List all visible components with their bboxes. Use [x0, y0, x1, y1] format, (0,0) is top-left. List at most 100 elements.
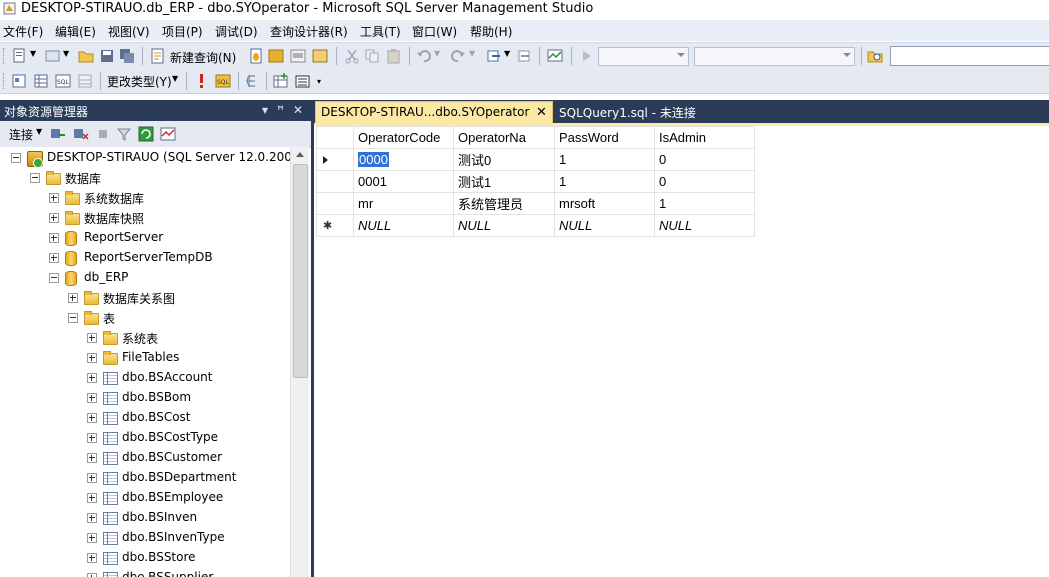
grid-cell[interactable]: 1: [554, 170, 655, 193]
object-explorer-scrollbar[interactable]: [290, 147, 309, 577]
menu-item[interactable]: 文件(F): [3, 23, 43, 40]
menu-item[interactable]: 查询设计器(R): [270, 23, 348, 40]
activity-monitor-icon[interactable]: [547, 48, 563, 64]
navigate-backward-icon[interactable]: [486, 48, 502, 64]
xmla-query-icon[interactable]: [312, 48, 328, 64]
menu-item[interactable]: 项目(P): [162, 23, 203, 40]
expand-icon[interactable]: [49, 213, 59, 223]
tree-node[interactable]: ReportServerTempDB: [0, 248, 290, 268]
toolbar-grip[interactable]: [3, 48, 7, 64]
tree-node[interactable]: dbo.BSCost: [0, 408, 290, 428]
database-engine-query-icon[interactable]: [248, 48, 264, 64]
expand-icon[interactable]: [87, 373, 97, 383]
add-table-icon[interactable]: [273, 73, 289, 89]
grid-corner-cell[interactable]: [316, 126, 354, 149]
tree-node-label[interactable]: dbo.BSCost: [122, 410, 191, 424]
tree-node-label[interactable]: 数据库关系图: [103, 290, 175, 307]
toolbar-grip[interactable]: [3, 73, 7, 89]
tree-node[interactable]: 数据库关系图: [0, 288, 290, 308]
expand-icon[interactable]: [49, 193, 59, 203]
solution-configuration-combo[interactable]: [598, 47, 689, 66]
grid-cell[interactable]: 0000: [353, 148, 454, 171]
tree-node[interactable]: dbo.BSInven: [0, 508, 290, 528]
tab-sqlquery1[interactable]: SQLQuery1.sql - 未连接: [554, 101, 714, 123]
tree-node-label[interactable]: dbo.BSDepartment: [122, 470, 236, 484]
column-header-password[interactable]: PassWord: [554, 126, 655, 149]
tree-node-label[interactable]: dbo.BSInven: [122, 510, 197, 524]
auto-hide-pin-icon[interactable]: ꟸ: [277, 103, 284, 117]
add-item-icon[interactable]: [45, 48, 61, 64]
tree-node[interactable]: 系统表: [0, 328, 290, 348]
tree-node[interactable]: dbo.BSInvenType: [0, 528, 290, 548]
group-by-icon[interactable]: {: [245, 73, 261, 89]
tree-node-label[interactable]: 表: [103, 310, 115, 327]
tree-node-label[interactable]: 系统表: [122, 330, 158, 347]
tree-node-label[interactable]: 数据库快照: [84, 210, 144, 227]
dropdown-arrow-icon[interactable]: ▼: [63, 49, 69, 58]
tree-node[interactable]: dbo.BSStore: [0, 548, 290, 568]
tree-node[interactable]: db_ERP: [0, 268, 290, 288]
dropdown-arrow-icon[interactable]: ▼: [434, 49, 440, 58]
expand-icon[interactable]: [49, 233, 59, 243]
new-row[interactable]: ✱ NULL NULL NULL NULL: [316, 214, 755, 237]
row-header-new[interactable]: ✱: [316, 214, 354, 237]
filter-icon[interactable]: [116, 126, 132, 142]
scrollbar-thumb[interactable]: [293, 164, 308, 378]
stop-icon[interactable]: [95, 126, 111, 142]
find-input[interactable]: [890, 46, 1049, 66]
tree-node-label[interactable]: dbo.BSAccount: [122, 370, 213, 384]
show-sql-pane-icon[interactable]: SQL: [55, 73, 71, 89]
grid-cell-null[interactable]: NULL: [453, 214, 555, 237]
expand-icon[interactable]: [87, 553, 97, 563]
mdx-query-icon[interactable]: [290, 48, 306, 64]
disconnect-icon[interactable]: [73, 126, 89, 142]
new-query-icon[interactable]: [150, 48, 166, 64]
undo-icon[interactable]: [416, 48, 432, 64]
tree-node-label[interactable]: 系统数据库: [84, 190, 144, 207]
grid-cell[interactable]: 0: [654, 148, 755, 171]
grid-cell[interactable]: mr: [353, 192, 454, 215]
menu-item[interactable]: 编辑(E): [55, 23, 96, 40]
expand-icon[interactable]: [87, 413, 97, 423]
selected-cell-text[interactable]: 0000: [358, 152, 389, 167]
paste-icon[interactable]: [386, 48, 402, 64]
tree-node-label[interactable]: dbo.BSInvenType: [122, 530, 225, 544]
tree-node-label[interactable]: dbo.BSCostType: [122, 430, 218, 444]
execute-sql-icon[interactable]: [193, 73, 209, 89]
expand-icon[interactable]: [87, 393, 97, 403]
menu-item[interactable]: 工具(T): [360, 23, 401, 40]
verify-sql-icon[interactable]: SQL: [215, 73, 231, 89]
row-header[interactable]: [316, 170, 354, 193]
tree-node-label[interactable]: ReportServer: [84, 230, 163, 244]
menu-item[interactable]: 帮助(H): [470, 23, 512, 40]
tree-node-label[interactable]: dbo.BSEmployee: [122, 490, 223, 504]
refresh-icon[interactable]: [138, 126, 154, 142]
dropdown-arrow-icon[interactable]: ▼: [172, 74, 178, 83]
column-header-isadmin[interactable]: IsAdmin: [654, 126, 755, 149]
save-icon[interactable]: [99, 48, 115, 64]
dropdown-arrow-icon[interactable]: ▼: [504, 49, 510, 58]
tree-node-label[interactable]: dbo.BSBom: [122, 390, 191, 404]
tree-node[interactable]: 数据库快照: [0, 208, 290, 228]
grid-cell-null[interactable]: NULL: [353, 214, 454, 237]
table-row[interactable]: mr 系统管理员 mrsoft 1: [316, 192, 755, 215]
expand-icon[interactable]: [87, 573, 97, 577]
new-project-icon[interactable]: [12, 48, 28, 64]
tab-syoperator[interactable]: DESKTOP-STIRAU...dbo.SYOperator ✕: [315, 101, 553, 124]
tree-node-label[interactable]: 数据库: [65, 170, 101, 187]
cut-icon[interactable]: [344, 48, 360, 64]
row-header-current[interactable]: [316, 148, 354, 171]
row-header[interactable]: [316, 192, 354, 215]
expand-icon[interactable]: [87, 453, 97, 463]
tree-node-label[interactable]: db_ERP: [84, 270, 128, 284]
tree-node-label[interactable]: FileTables: [122, 350, 179, 364]
tree-node[interactable]: dbo.BSSupplier: [0, 568, 290, 577]
connect-button[interactable]: 连接: [9, 126, 33, 143]
grid-cell-null[interactable]: NULL: [554, 214, 655, 237]
table-row[interactable]: 0001 测试1 1 0: [316, 170, 755, 193]
tree-node-label[interactable]: dbo.BSStore: [122, 550, 196, 564]
tree-node[interactable]: dbo.BSEmployee: [0, 488, 290, 508]
menu-item[interactable]: 视图(V): [108, 23, 150, 40]
collapse-icon[interactable]: [11, 153, 21, 163]
grid-cell[interactable]: 0: [654, 170, 755, 193]
